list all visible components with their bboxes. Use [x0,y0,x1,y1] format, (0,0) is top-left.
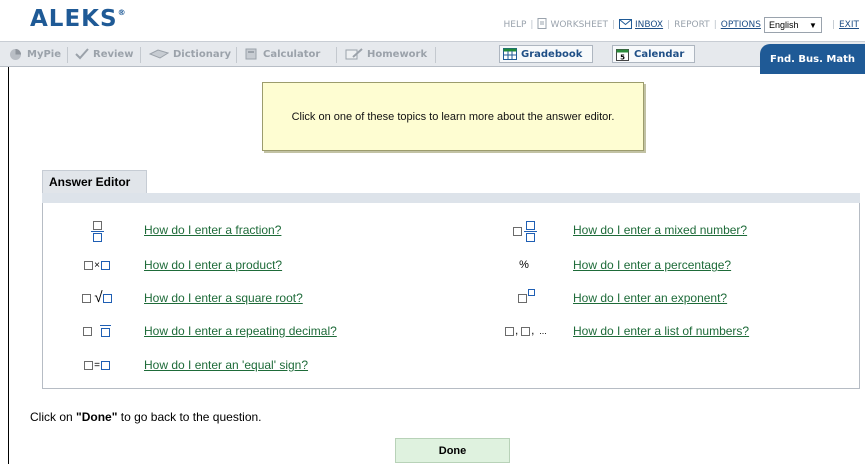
answer-editor-title: Answer Editor [42,170,147,193]
percentage-help-link[interactable]: How do I enter a percentage? [573,258,731,272]
tab-calculator[interactable]: Calculator [242,45,320,63]
exit-link[interactable]: EXIT [839,20,859,30]
square-root-help-link[interactable]: How do I enter a square root? [144,291,303,305]
check-pen-icon [75,48,89,60]
percent-icon: % [519,259,529,271]
exponent-help-link[interactable]: How do I enter an exponent? [573,291,727,305]
product-icon: × [77,258,117,272]
gradebook-icon [503,48,517,60]
product-help-link[interactable]: How do I enter a product? [144,258,282,272]
tab-calendar[interactable]: 5 Calendar [612,45,695,63]
options-link[interactable]: OPTIONS [721,20,761,30]
inbox-link[interactable]: INBOX [635,20,663,30]
top-header: ALEKS® HELP | WORKSHEET | INBOX | REPORT… [0,0,865,41]
list-icon: ,,... [496,323,556,339]
language-select[interactable]: English ▼ [763,17,822,33]
book-icon [148,48,170,60]
tab-homework[interactable]: Homework [342,45,427,63]
tool-tab-bar: MyPie Review Dictionary Calculator Homew… [0,41,865,67]
equal-sign-icon: = [77,358,117,372]
report-link[interactable]: REPORT [674,20,710,30]
pie-icon [9,48,23,60]
repeating-decimal-help-link[interactable]: How do I enter a repeating decimal? [144,324,337,338]
done-button[interactable]: Done [395,438,510,463]
answer-editor-band [42,193,860,203]
info-box: Click on one of these topics to learn mo… [262,82,644,151]
language-value: English [768,20,799,30]
svg-text:5: 5 [620,54,625,62]
square-root-icon: √ [75,290,119,306]
answer-editor-panel: How do I enter a fraction? How do I ente… [42,203,860,389]
mixed-number-help-link[interactable]: How do I enter a mixed number? [573,223,747,237]
done-instruction: Click on "Done" to go back to the questi… [30,410,262,424]
worksheet-link[interactable]: WORKSHEET [550,20,608,30]
worksheet-icon [537,18,547,32]
chevron-down-icon: ▼ [809,20,817,30]
content-frame-border [8,67,9,464]
info-text: Click on one of these topics to learn mo… [291,110,615,123]
calculator-icon [245,48,259,60]
homework-icon [345,48,363,60]
fraction-icon [87,218,107,244]
exponent-icon [513,289,539,305]
tab-dictionary[interactable]: Dictionary [146,45,231,63]
mixed-number-icon [509,218,541,244]
aleks-logo: ALEKS® [30,6,126,32]
top-links: HELP | WORKSHEET | INBOX | REPORT | OPTI… [504,17,859,33]
tab-gradebook[interactable]: Gradebook [499,45,593,63]
list-of-numbers-help-link[interactable]: How do I enter a list of numbers? [573,324,749,338]
inbox-envelope-icon [619,18,632,32]
fraction-help-link[interactable]: How do I enter a fraction? [144,223,281,237]
tab-review[interactable]: Review [72,45,133,63]
tab-mypie[interactable]: MyPie [6,45,61,63]
equal-sign-help-link[interactable]: How do I enter an 'equal' sign? [144,358,308,372]
course-name-tab[interactable]: Fnd. Bus. Math [760,44,865,74]
calendar-icon: 5 [616,48,630,62]
repeating-decimal-icon [79,323,115,339]
help-link[interactable]: HELP [504,20,527,30]
